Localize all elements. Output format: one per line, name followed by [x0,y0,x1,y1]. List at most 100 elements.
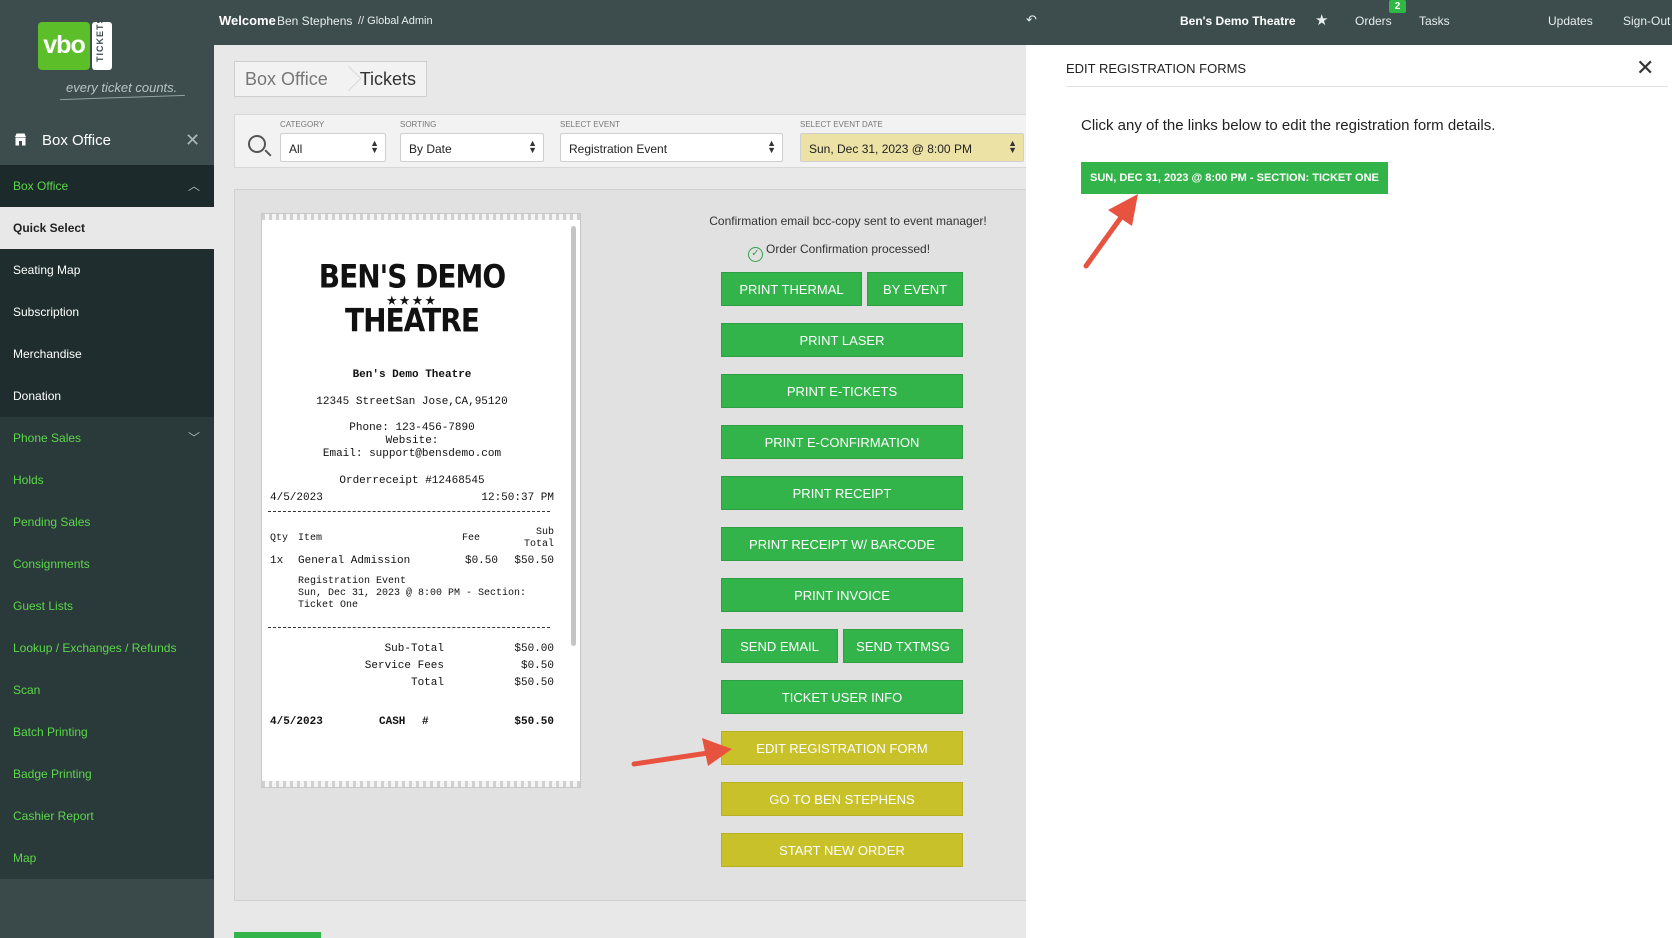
print-thermal-button[interactable]: PRINT THERMAL [721,272,862,306]
logo-text: vbo [38,22,90,70]
sidebar-header-label: Box Office [42,132,111,149]
sidebar-item-label: Holds [13,473,44,487]
receipt-divider [268,627,550,628]
receipt-line-desc1: Registration Event [298,576,407,587]
category-caption: CATEGORY [280,120,325,129]
receipt-scrollbar[interactable] [571,226,576,646]
chevron-down-icon: ﹀ [188,431,201,445]
breadcrumb-tickets: Tickets [359,69,417,89]
sidebar-item-badge-printing[interactable]: Badge Printing [0,753,214,795]
print-invoice-button[interactable]: PRINT INVOICE [721,578,963,612]
sidebar-item-label: Lookup / Exchanges / Refunds [13,641,177,655]
close-icon[interactable]: ✕ [1636,55,1654,81]
drawer-instructions: Click any of the links below to edit the… [1081,117,1496,134]
date-value: Sun, Dec 31, 2023 @ 8:00 PM [809,142,972,156]
sidebar-item-label: Consignments [13,557,90,571]
receipt-address: 12345 StreetSan Jose,CA,95120 [316,396,508,408]
sidebar-item-label: Merchandise [13,347,82,361]
sidebar-section-label: Phone Sales [13,431,82,445]
reply-arrow-icon[interactable]: ↶ [1026,12,1037,28]
by-event-button[interactable]: BY EVENT [867,272,963,306]
annotation-arrow-left [631,738,732,767]
print-etickets-button[interactable]: PRINT E-TICKETS [721,374,963,408]
receipt-line-item: General Admission [298,555,411,567]
print-econfirmation-button[interactable]: PRINT E-CONFIRMATION [721,425,963,459]
sidebar-item-merchandise[interactable]: Merchandise [0,333,214,375]
receipt-fees: $0.50 [520,660,554,672]
sidebar-section-box-office[interactable]: Box Office ︿ [0,165,214,207]
send-txtmsg-button[interactable]: SEND TXTMSG [843,629,963,663]
receipt-torn-edge [262,214,580,220]
sorting-select[interactable]: By Date ▲ ▼ [400,133,544,162]
receipt-divider [268,511,550,512]
sidebar-item-donation[interactable]: Donation [0,375,214,417]
sorting-caption: SORTING [400,120,437,129]
user-name[interactable]: Ben Stephens [277,14,352,28]
sidebar-item-quick-select[interactable]: Quick Select [0,207,214,249]
orders-link[interactable]: Orders [1355,14,1392,28]
sidebar-item-holds[interactable]: Holds [0,459,214,501]
sidebar-item-subscription[interactable]: Subscription [0,291,214,333]
tagline-underline [60,94,185,101]
receipt-subtotal-label: Sub-Total [384,643,444,655]
event-caption: SELECT EVENT [560,120,620,129]
receipt-pay-date: 4/5/2023 [270,716,323,728]
bottom-green-tab[interactable] [234,932,321,938]
sidebar-item-cashier-report[interactable]: Cashier Report [0,795,214,837]
category-select[interactable]: All ▲ ▼ [280,133,386,162]
ticket-user-info-button[interactable]: TICKET USER INFO [721,680,963,714]
vbo-logo[interactable]: vbo TICKETS [38,16,112,70]
tasks-link[interactable]: Tasks [1419,14,1450,28]
top-bar: Welcome Ben Stephens // Global Admin ↶ B… [214,0,1672,45]
receipt-line-fee: $0.50 [464,555,498,567]
sidebar-item-guest-lists[interactable]: Guest Lists [0,585,214,627]
sidebar-item-batch-printing[interactable]: Batch Printing [0,711,214,753]
event-filter: SELECT EVENT Registration Event ▲ ▼ [560,120,783,162]
sidebar-item-consignments[interactable]: Consignments [0,543,214,585]
updates-link[interactable]: Updates [1548,14,1593,28]
send-email-button[interactable]: SEND EMAIL [721,629,838,663]
receipt-email: Email: support@bensdemo.com [322,448,502,460]
receipt-pay-amount: $50.50 [514,716,554,728]
select-arrows-icon: ▲ ▼ [528,138,537,155]
star-icon[interactable]: ★ [1315,11,1328,29]
drawer-title: EDIT REGISTRATION FORMS [1066,61,1247,76]
receipt-time: 12:50:37 PM [481,492,554,504]
drawer-divider [1066,86,1668,87]
date-filter: SELECT EVENT DATE Sun, Dec 31, 2023 @ 8:… [800,120,1024,162]
receipt-line-qty: 1x [270,555,284,567]
sidebar-item-pending-sales[interactable]: Pending Sales [0,501,214,543]
signout-link[interactable]: Sign-Out [1623,14,1670,28]
logo-ticket-stub: TICKETS [92,16,112,70]
sidebar-header: Box Office ✕ [0,117,214,165]
breadcrumb-box-office[interactable]: Box Office [235,62,338,96]
select-arrows-icon: ▲ ▼ [767,138,776,155]
receipt-order-number: Orderreceipt #12468545 [339,475,485,487]
date-select[interactable]: Sun, Dec 31, 2023 @ 8:00 PM ▲ ▼ [800,133,1024,162]
annotation-arrow-up [1083,194,1138,269]
check-circle-icon: ✓ [748,247,763,262]
sidebar-item-seating-map[interactable]: Seating Map [0,249,214,291]
go-to-customer-button[interactable]: GO TO BEN STEPHENS [721,782,963,816]
sidebar-item-lookup[interactable]: Lookup / Exchanges / Refunds [0,627,214,669]
receipt-total: $50.50 [514,677,554,689]
sidebar-item-map[interactable]: Map [0,837,214,879]
print-receipt-barcode-button[interactable]: PRINT RECEIPT W/ BARCODE [721,527,963,561]
edit-registration-form-button[interactable]: EDIT REGISTRATION FORM [721,731,963,765]
event-select[interactable]: Registration Event ▲ ▼ [560,133,783,162]
sorting-filter: SORTING By Date ▲ ▼ [400,120,544,162]
search-icon[interactable] [248,135,266,153]
sidebar-item-label: Cashier Report [13,809,94,823]
close-icon[interactable]: ✕ [185,130,200,151]
processed-message: ✓ Order Confirmation processed! [748,242,930,262]
sidebar-section-label: Box Office [13,179,69,193]
print-laser-button[interactable]: PRINT LASER [721,323,963,357]
print-receipt-button[interactable]: PRINT RECEIPT [721,476,963,510]
receipt-date: 4/5/2023 [270,492,323,504]
sidebar-item-scan[interactable]: Scan [0,669,214,711]
breadcrumb-separator [338,62,350,96]
sidebar-section-phone-sales[interactable]: Phone Sales ﹀ [0,417,214,459]
sidebar: vbo TICKETS every ticket counts. Box Off… [0,0,214,938]
start-new-order-button[interactable]: START NEW ORDER [721,833,963,867]
venue-name[interactable]: Ben's Demo Theatre [1180,14,1296,28]
